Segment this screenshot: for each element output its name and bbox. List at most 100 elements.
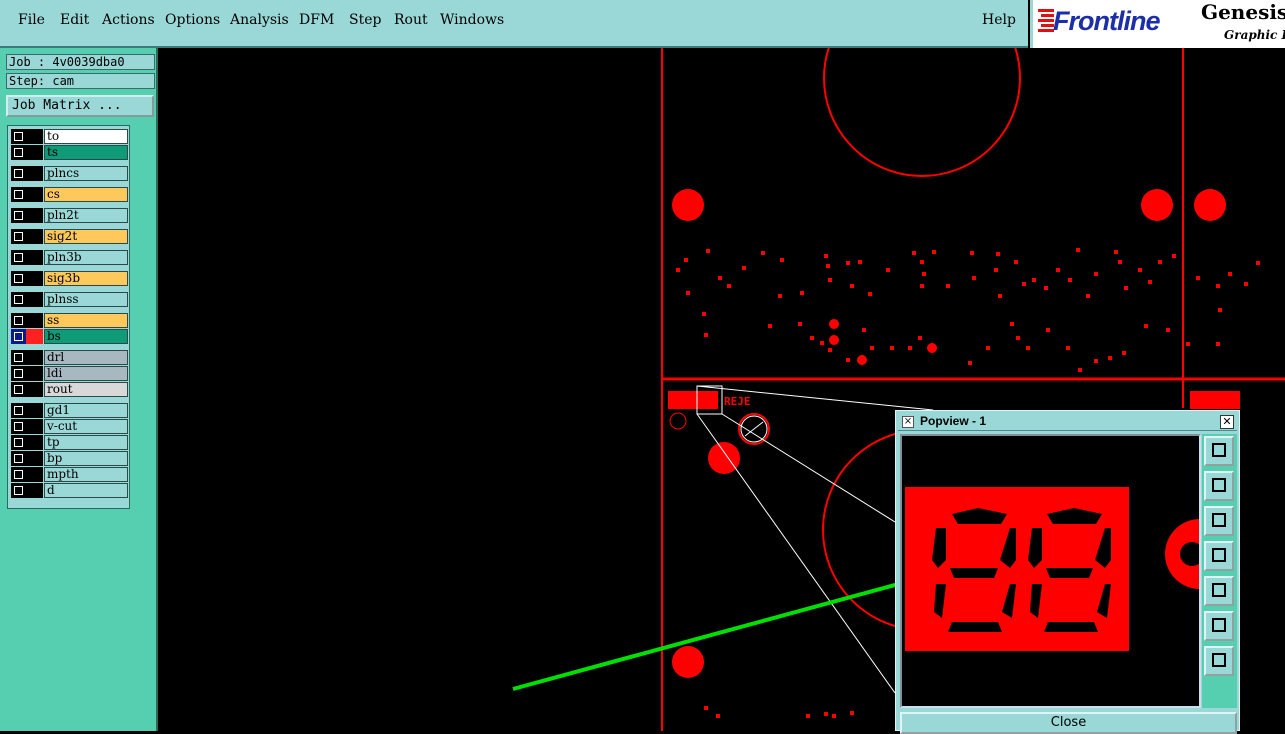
layer-color-swatch[interactable] [26, 366, 43, 381]
layer-color-swatch[interactable] [26, 382, 43, 397]
layer-color-swatch[interactable] [26, 145, 43, 160]
layer-row-plncs[interactable]: plncs [10, 166, 128, 181]
layer-color-swatch[interactable] [26, 435, 43, 450]
layer-name[interactable]: plnss [44, 292, 128, 307]
layer-name[interactable]: v-cut [44, 419, 128, 434]
layer-checkbox[interactable] [11, 366, 26, 381]
layer-name[interactable]: drl [44, 350, 128, 365]
layer-row-v-cut[interactable]: v-cut [10, 419, 128, 434]
menu-dfm[interactable]: DFM [299, 12, 334, 28]
layer-checkbox[interactable] [11, 145, 26, 160]
menu-options[interactable]: Options [165, 12, 220, 28]
layer-color-swatch[interactable] [26, 419, 43, 434]
layer-name[interactable]: ss [44, 313, 128, 328]
layer-name[interactable]: to [44, 129, 128, 144]
layer-checkbox[interactable] [11, 129, 26, 144]
layer-row-ts[interactable]: ts [10, 145, 128, 160]
layer-checkbox[interactable] [11, 419, 26, 434]
layer-name[interactable]: rout [44, 382, 128, 397]
layer-row-gd1[interactable]: gd1 [10, 403, 128, 418]
layer-color-swatch[interactable] [26, 483, 43, 498]
layer-color-swatch[interactable] [26, 187, 43, 202]
layer-color-swatch[interactable] [26, 313, 43, 328]
menu-rout[interactable]: Rout [394, 12, 428, 28]
pan-right-button[interactable] [1204, 576, 1234, 606]
close-icon[interactable]: ✕ [1220, 415, 1234, 429]
layer-color-swatch[interactable] [26, 129, 43, 144]
layer-color-swatch[interactable] [26, 208, 43, 223]
layer-color-swatch[interactable] [26, 229, 43, 244]
layer-checkbox[interactable] [11, 483, 26, 498]
layer-checkbox[interactable] [11, 229, 26, 244]
layer-name[interactable]: mpth [44, 467, 128, 482]
menu-step[interactable]: Step [349, 12, 381, 28]
layer-checkbox[interactable] [11, 166, 26, 181]
layer-checkbox[interactable] [11, 435, 26, 450]
layer-name[interactable]: tp [44, 435, 128, 450]
layer-name[interactable]: d [44, 483, 128, 498]
layer-checkbox[interactable] [11, 208, 26, 223]
layer-checkbox[interactable] [11, 451, 26, 466]
layer-name[interactable]: ldi [44, 366, 128, 381]
layer-color-swatch[interactable] [26, 451, 43, 466]
menu-help[interactable]: Help [982, 12, 1016, 28]
layer-row-cs[interactable]: cs [10, 187, 128, 202]
layer-name[interactable]: sig3b [44, 271, 128, 286]
layer-row-sig3b[interactable]: sig3b [10, 271, 128, 286]
pan-down-button[interactable] [1204, 506, 1234, 536]
layer-row-drl[interactable]: drl [10, 350, 128, 365]
zoom-in-button[interactable] [1204, 611, 1234, 641]
layer-color-swatch[interactable] [26, 166, 43, 181]
layer-row-mpth[interactable]: mpth [10, 467, 128, 482]
layer-checkbox[interactable] [11, 403, 26, 418]
layer-checkbox[interactable] [11, 313, 26, 328]
layer-name[interactable]: bs [44, 329, 128, 344]
layer-row-ldi[interactable]: ldi [10, 366, 128, 381]
layer-color-swatch[interactable] [26, 350, 43, 365]
layer-name[interactable]: cs [44, 187, 128, 202]
layer-row-bs[interactable]: bs [10, 329, 128, 344]
layer-row-to[interactable]: to [10, 129, 128, 144]
menu-actions[interactable]: Actions [102, 12, 155, 28]
layer-name[interactable]: sig2t [44, 229, 128, 244]
layer-checkbox[interactable] [11, 329, 26, 344]
layer-row-pln3b[interactable]: pln3b [10, 250, 128, 265]
popview-viewport[interactable] [900, 434, 1201, 708]
pan-up-button[interactable] [1204, 471, 1234, 501]
layer-name[interactable]: ts [44, 145, 128, 160]
layer-name[interactable]: bp [44, 451, 128, 466]
pan-left-button[interactable] [1204, 541, 1234, 571]
layer-row-plnss[interactable]: plnss [10, 292, 128, 307]
layer-color-swatch[interactable] [26, 250, 43, 265]
layer-row-ss[interactable]: ss [10, 313, 128, 328]
layer-checkbox[interactable] [11, 350, 26, 365]
layer-row-rout[interactable]: rout [10, 382, 128, 397]
layer-row-bp[interactable]: bp [10, 451, 128, 466]
menu-analysis[interactable]: Analysis [230, 12, 289, 28]
layer-color-swatch[interactable] [26, 403, 43, 418]
layer-name[interactable]: pln3b [44, 250, 128, 265]
layer-name[interactable]: plncs [44, 166, 128, 181]
menu-edit[interactable]: Edit [60, 12, 89, 28]
zoom-fit-button[interactable] [1204, 436, 1234, 466]
layer-color-swatch[interactable] [26, 467, 43, 482]
layer-checkbox[interactable] [11, 292, 26, 307]
layer-checkbox[interactable] [11, 271, 26, 286]
layer-color-swatch[interactable] [26, 329, 43, 344]
layer-name[interactable]: gd1 [44, 403, 128, 418]
layer-row-pln2t[interactable]: pln2t [10, 208, 128, 223]
job-matrix-button[interactable]: Job Matrix ... [6, 95, 154, 117]
window-menu-icon[interactable]: × [902, 416, 914, 428]
layer-checkbox[interactable] [11, 250, 26, 265]
layer-checkbox[interactable] [11, 467, 26, 482]
layer-row-tp[interactable]: tp [10, 435, 128, 450]
menu-windows[interactable]: Windows [440, 12, 504, 28]
layer-checkbox[interactable] [11, 187, 26, 202]
popview-titlebar[interactable]: × Popview - 1 ✕ [898, 413, 1237, 431]
layer-color-swatch[interactable] [26, 271, 43, 286]
layer-color-swatch[interactable] [26, 292, 43, 307]
menu-file[interactable]: File [18, 12, 45, 28]
layer-row-d[interactable]: d [10, 483, 128, 498]
layer-name[interactable]: pln2t [44, 208, 128, 223]
layer-checkbox[interactable] [11, 382, 26, 397]
